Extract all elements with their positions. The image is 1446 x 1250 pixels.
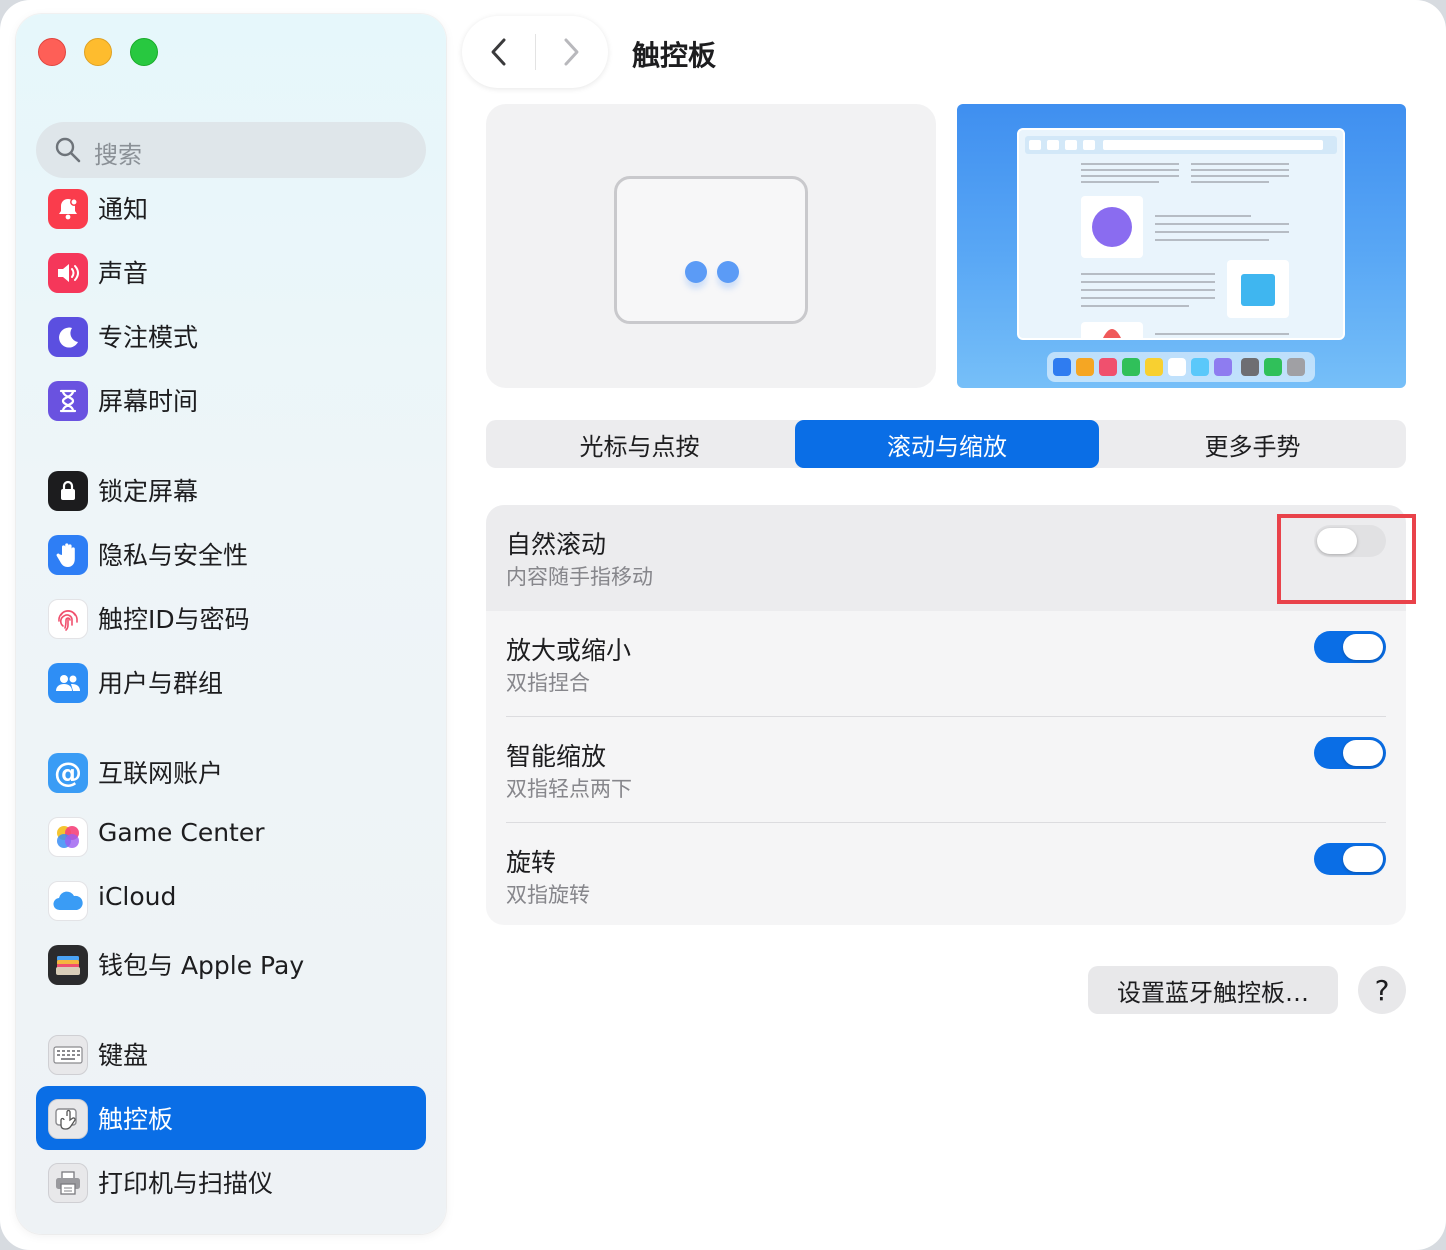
sidebar-item-sound[interactable]: 声音 bbox=[36, 240, 426, 304]
fingerprint-icon bbox=[48, 599, 88, 639]
sidebar-item-screen-time[interactable]: 屏幕时间 bbox=[36, 368, 426, 432]
close-window-button[interactable] bbox=[38, 38, 66, 66]
trackpad-illustration bbox=[614, 176, 808, 324]
sidebar-item-label: 锁定屏幕 bbox=[98, 477, 199, 506]
setting-subtitle: 双指轻点两下 bbox=[506, 777, 632, 801]
speaker-icon bbox=[48, 253, 88, 293]
tab-more-gestures[interactable]: 更多手势 bbox=[1099, 420, 1406, 468]
sidebar-item-trackpad[interactable]: 触控板 bbox=[36, 1086, 426, 1150]
search-icon bbox=[55, 137, 81, 163]
sidebar-item-printers[interactable]: 打印机与扫描仪 bbox=[36, 1150, 426, 1214]
sidebar-item-label: 互联网账户 bbox=[98, 759, 224, 788]
finger-dot bbox=[685, 261, 707, 283]
moon-icon bbox=[48, 317, 88, 357]
sidebar-item-focus[interactable]: 专注模式 bbox=[36, 304, 426, 368]
sidebar-item-label: 触控板 bbox=[98, 1105, 174, 1134]
setting-title: 智能缩放 bbox=[506, 742, 607, 771]
settings-window: 搜索 通知 声音 专注模式 屏幕时间 锁定屏幕 隐私与安全性 触控ID与密码 用… bbox=[0, 0, 1446, 1250]
hourglass-icon bbox=[48, 381, 88, 421]
setting-subtitle: 内容随手指移动 bbox=[506, 565, 653, 589]
sidebar-item-label: 键盘 bbox=[98, 1041, 149, 1070]
toggle-knob bbox=[1343, 740, 1383, 766]
sidebar-item-keyboard[interactable]: 键盘 bbox=[36, 1022, 426, 1086]
sidebar-item-label: 打印机与扫描仪 bbox=[98, 1169, 274, 1198]
sidebar-item-label: iCloud bbox=[98, 882, 177, 911]
sidebar-item-notifications[interactable]: 通知 bbox=[36, 176, 426, 240]
sidebar-item-users[interactable]: 用户与群组 bbox=[36, 650, 426, 714]
nav-divider bbox=[535, 34, 536, 70]
forward-button[interactable] bbox=[560, 36, 582, 68]
bell-icon bbox=[48, 189, 88, 229]
dock-illustration bbox=[1047, 352, 1315, 382]
sidebar-item-touch-id[interactable]: 触控ID与密码 bbox=[36, 586, 426, 650]
setting-row-zoom-in-out: 放大或缩小 双指捏合 bbox=[486, 611, 1406, 717]
game-center-icon bbox=[48, 817, 88, 857]
finger-dot bbox=[717, 261, 739, 283]
scroll-zoom-settings: 自然滚动 内容随手指移动 放大或缩小 双指捏合 智能缩放 双指轻点两下 旋转 双… bbox=[486, 505, 1406, 925]
setting-subtitle: 双指旋转 bbox=[506, 883, 590, 907]
setting-row-natural-scrolling: 自然滚动 内容随手指移动 bbox=[486, 505, 1406, 611]
sidebar-item-lock-screen[interactable]: 锁定屏幕 bbox=[36, 458, 426, 522]
sidebar-item-label: 专注模式 bbox=[98, 323, 199, 352]
page-title: 触控板 bbox=[632, 39, 717, 72]
wallet-icon bbox=[48, 945, 88, 985]
trackpad-icon bbox=[48, 1099, 88, 1139]
sidebar: 搜索 通知 声音 专注模式 屏幕时间 锁定屏幕 隐私与安全性 触控ID与密码 用… bbox=[16, 14, 446, 1234]
screen-preview bbox=[957, 104, 1406, 388]
sidebar-item-label: Game Center bbox=[98, 818, 265, 847]
preview-window-illustration bbox=[1017, 128, 1345, 342]
lock-icon bbox=[48, 471, 88, 511]
setting-row-rotate: 旋转 双指旋转 bbox=[486, 823, 1406, 925]
tab-scroll-zoom[interactable]: 滚动与缩放 bbox=[795, 420, 1099, 468]
sidebar-item-label: 屏幕时间 bbox=[98, 387, 199, 416]
setting-title: 自然滚动 bbox=[506, 530, 607, 559]
sidebar-item-label: 钱包与 Apple Pay bbox=[98, 951, 305, 980]
sidebar-item-label: 用户与群组 bbox=[98, 669, 224, 698]
sidebar-item-wallet[interactable]: 钱包与 Apple Pay bbox=[36, 932, 426, 996]
keyboard-icon bbox=[48, 1035, 88, 1075]
zoom-window-button[interactable] bbox=[130, 38, 158, 66]
highlight-annotation-box bbox=[1277, 514, 1416, 604]
sidebar-item-label: 声音 bbox=[98, 259, 149, 288]
search-placeholder: 搜索 bbox=[94, 141, 142, 169]
rotate-toggle[interactable] bbox=[1314, 843, 1386, 875]
setting-subtitle: 双指捏合 bbox=[506, 671, 590, 695]
setting-row-smart-zoom: 智能缩放 双指轻点两下 bbox=[486, 717, 1406, 823]
setting-title: 放大或缩小 bbox=[506, 636, 632, 665]
hand-icon bbox=[48, 535, 88, 575]
search-input[interactable]: 搜索 bbox=[36, 122, 426, 178]
users-icon bbox=[48, 663, 88, 703]
toggle-knob bbox=[1343, 634, 1383, 660]
smart-zoom-toggle[interactable] bbox=[1314, 737, 1386, 769]
minimize-window-button[interactable] bbox=[84, 38, 112, 66]
tab-point-click[interactable]: 光标与点按 bbox=[486, 420, 793, 468]
sidebar-item-label: 隐私与安全性 bbox=[98, 541, 249, 570]
zoom-in-out-toggle[interactable] bbox=[1314, 631, 1386, 663]
toggle-knob bbox=[1343, 846, 1383, 872]
sidebar-item-label: 通知 bbox=[98, 195, 149, 224]
setup-bluetooth-trackpad-button[interactable]: 设置蓝牙触控板… bbox=[1088, 966, 1338, 1014]
printer-icon bbox=[48, 1163, 88, 1203]
sidebar-item-icloud[interactable]: iCloud bbox=[36, 868, 426, 932]
gesture-preview bbox=[486, 104, 936, 388]
cloud-icon bbox=[48, 881, 88, 921]
sidebar-item-label: 触控ID与密码 bbox=[98, 605, 250, 634]
help-button[interactable]: ? bbox=[1358, 966, 1406, 1014]
tab-bar: 光标与点按 滚动与缩放 更多手势 bbox=[486, 420, 1406, 468]
back-button[interactable] bbox=[488, 36, 510, 68]
setting-title: 旋转 bbox=[506, 848, 557, 877]
history-nav bbox=[462, 16, 608, 88]
sidebar-item-privacy[interactable]: 隐私与安全性 bbox=[36, 522, 426, 586]
at-icon: @ bbox=[48, 753, 88, 793]
sidebar-item-game-center[interactable]: Game Center bbox=[36, 804, 426, 868]
sidebar-item-internet-accounts[interactable]: @ 互联网账户 bbox=[36, 740, 426, 804]
